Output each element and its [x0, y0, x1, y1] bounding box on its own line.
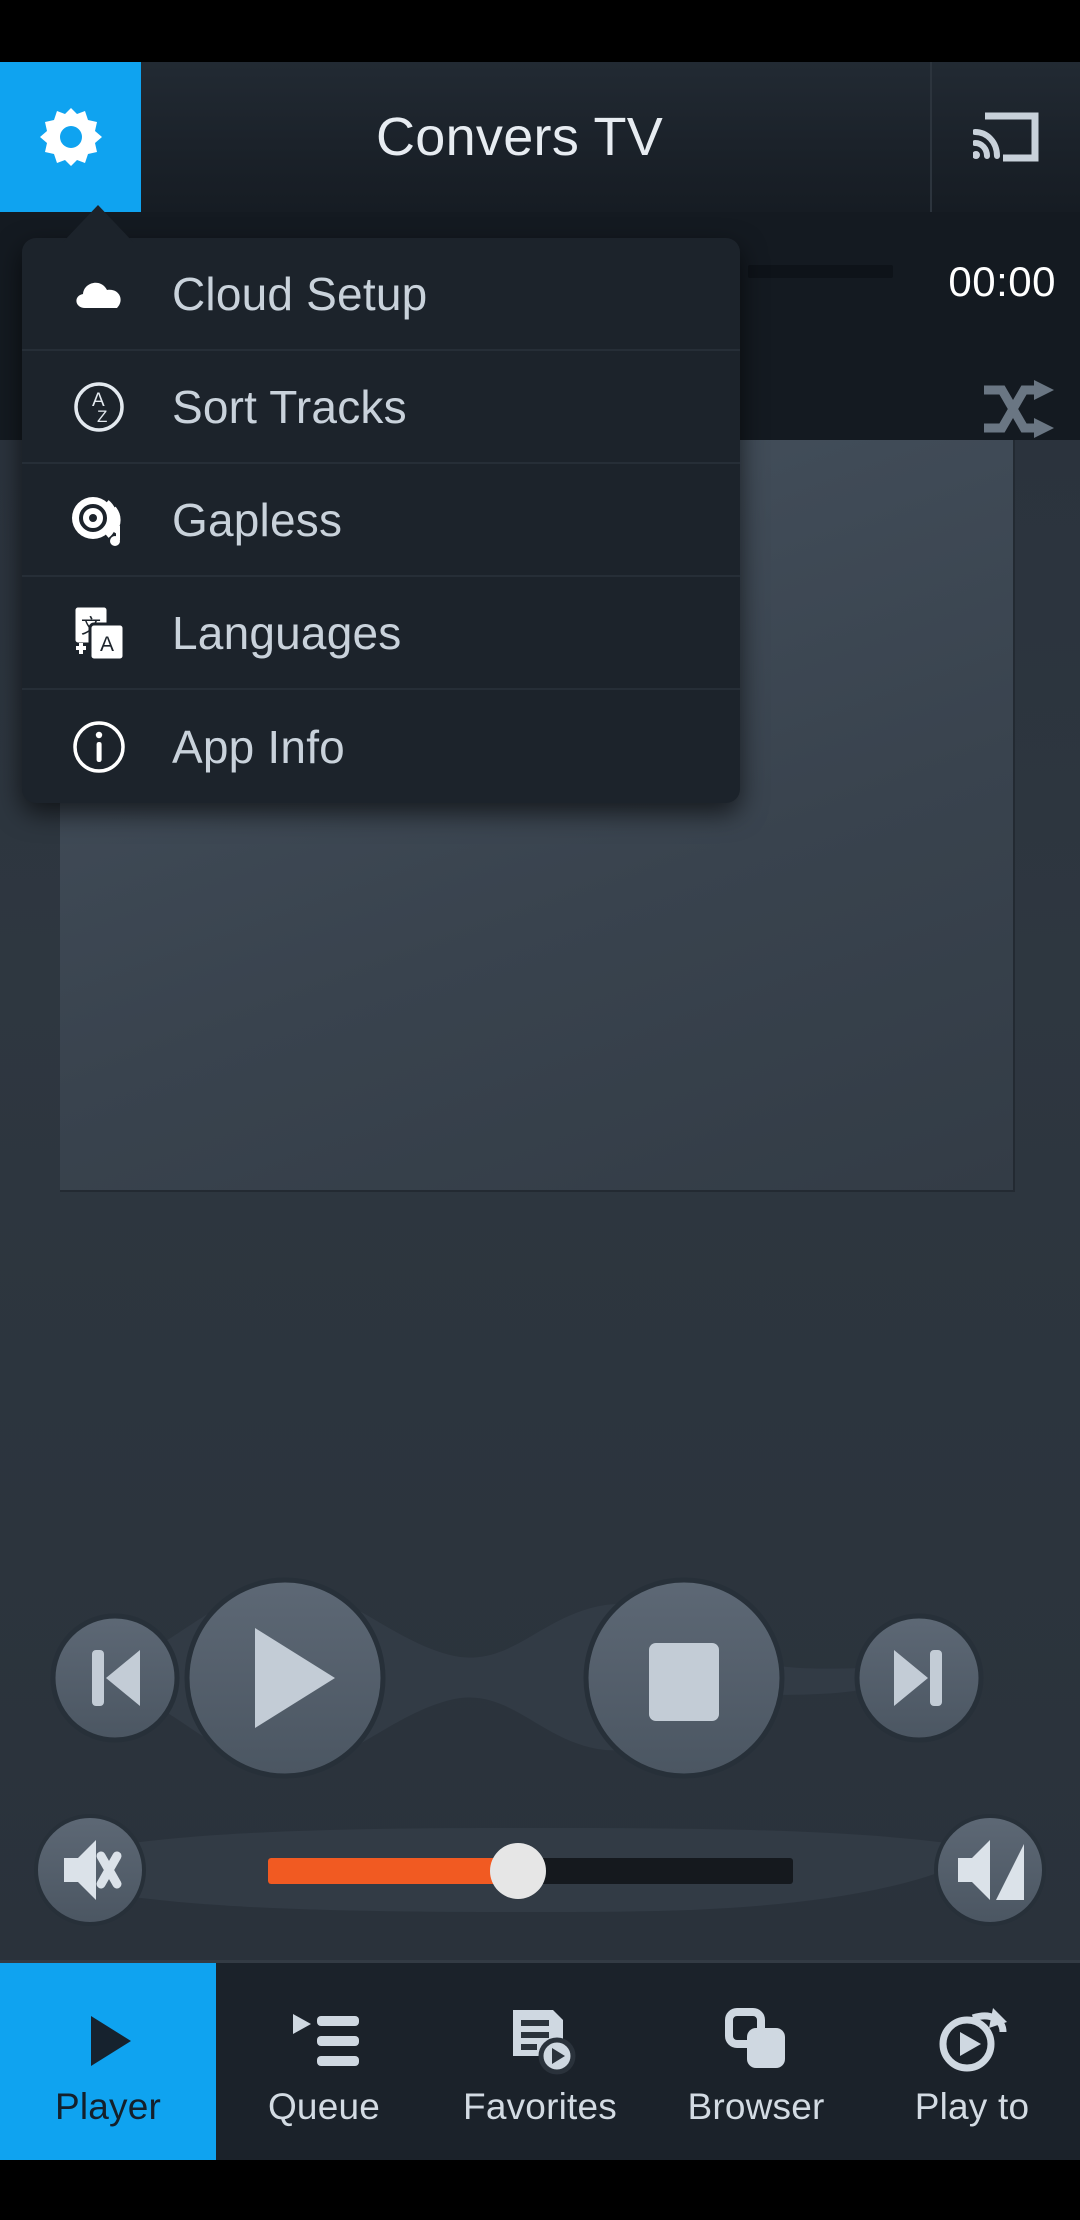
nav-item-favorites[interactable]: Favorites [432, 1963, 648, 2160]
translate-icon: 文 A [68, 602, 130, 664]
elapsed-time-label: 00:00 [948, 258, 1056, 305]
volume-slider-knob[interactable] [490, 1843, 546, 1899]
nav-label-favorites: Favorites [463, 2085, 617, 2127]
nav-item-play-to[interactable]: Play to [864, 1963, 1080, 2160]
app-header: Convers TV [0, 62, 1080, 212]
volume-control-bar [0, 1800, 1080, 1960]
menu-label-gapless: Gapless [172, 493, 343, 546]
status-bar [0, 0, 1080, 62]
menu-item-app-info[interactable]: App Info [22, 690, 740, 803]
nav-label-play-to: Play to [914, 2085, 1030, 2127]
system-nav-spacer [0, 2160, 1080, 2220]
shuffle-button[interactable] [984, 378, 1056, 440]
copy-windows-icon [725, 2007, 785, 2068]
transport-controls [0, 1545, 1080, 1795]
cast-button[interactable] [930, 62, 1080, 212]
svg-text:A: A [100, 633, 114, 656]
menu-item-gapless[interactable]: Gapless [22, 464, 740, 577]
nav-label-queue: Queue [267, 2085, 381, 2127]
bottom-navigation: Player Queue Favorites Browser Play to [0, 1960, 1080, 2160]
menu-item-languages[interactable]: 文 A Languages [22, 577, 740, 690]
menu-label-sort-tracks: Sort Tracks [172, 380, 407, 433]
menu-label-cloud-setup: Cloud Setup [172, 267, 428, 320]
disc-music-icon [68, 489, 130, 551]
settings-button[interactable] [0, 62, 141, 212]
gear-icon [39, 108, 102, 166]
settings-dropdown-menu: Cloud Setup A Z Sort Tracks Gapless A La… [22, 238, 740, 803]
cloud-icon [68, 263, 130, 325]
nav-item-browser[interactable]: Browser [648, 1963, 864, 2160]
queue-list-icon [293, 2013, 359, 2066]
sort-alpha-icon: A Z [68, 376, 130, 438]
menu-pointer-arrow [62, 205, 134, 243]
nav-label-player: Player [54, 2085, 162, 2127]
menu-item-cloud-setup[interactable]: Cloud Setup [22, 238, 740, 351]
header-title-zone: Convers TV [141, 62, 930, 212]
nav-item-queue[interactable]: Queue [216, 1963, 432, 2160]
nav-label-browser: Browser [687, 2085, 825, 2127]
play-icon [91, 2015, 131, 2066]
volume-slider-fill [268, 1858, 515, 1884]
svg-text:Z: Z [97, 407, 107, 426]
menu-item-sort-tracks[interactable]: A Z Sort Tracks [22, 351, 740, 464]
cast-icon [973, 112, 1039, 162]
play-to-icon [939, 2007, 1007, 2071]
playlist-play-icon [513, 2009, 576, 2074]
info-icon [68, 716, 130, 778]
progress-bar[interactable] [748, 265, 893, 278]
menu-label-languages: Languages [172, 606, 402, 659]
menu-label-app-info: App Info [172, 720, 345, 773]
nav-item-player[interactable]: Player [0, 1963, 216, 2160]
shuffle-icon [984, 380, 1054, 438]
app-screen: ct 00:00 [0, 0, 1080, 2220]
page-title: Convers TV [375, 107, 664, 167]
